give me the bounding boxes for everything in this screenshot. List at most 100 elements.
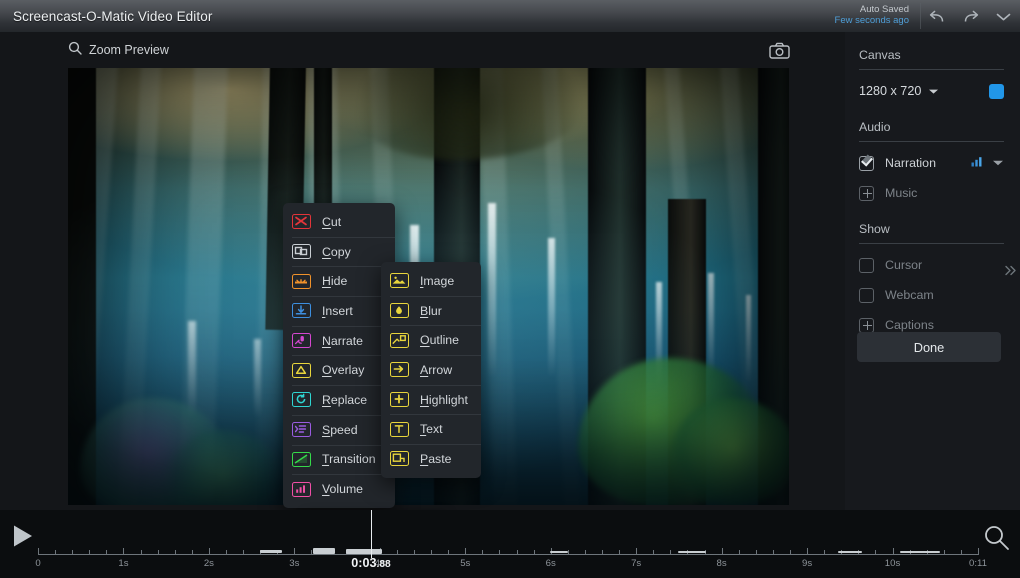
arrow-icon [390,362,409,377]
ruler-tick-minor [875,550,876,555]
submenu-item-arrow[interactable]: Arrow [381,355,481,385]
narration-label: Narration [885,156,936,170]
done-button[interactable]: Done [857,332,1001,362]
menu-item-label: Cut [322,215,341,229]
hide-icon [292,274,311,289]
search-icon [68,41,82,60]
submenu-item-blur[interactable]: Blur [381,296,481,326]
submenu-item-label: Image [420,274,454,288]
timeline-clip[interactable] [260,550,282,553]
playhead-frac: .88 [377,559,391,570]
ruler-tick-major [38,548,39,555]
cursor-checkbox[interactable] [859,258,874,273]
ruler-tick-minor [226,550,227,555]
ruler-tick-minor [653,550,654,555]
ruler-tick-major [978,548,979,555]
title-bar: Screencast-O-Matic Video Editor Auto Sav… [0,0,1020,32]
submenu-item-outline[interactable]: Outline [381,325,481,355]
timeline-clip[interactable] [313,548,335,554]
menu-item-transition[interactable]: Transition [283,445,395,475]
menu-item-hide[interactable]: Hide [283,266,395,296]
ruler-tick-label: 7s [631,558,641,569]
preview-header: Zoom Preview [0,32,845,64]
submenu-item-highlight[interactable]: Highlight [381,385,481,415]
timeline-clip[interactable] [346,549,382,554]
submenu-item-label: Arrow [420,363,452,377]
ruler-tick-major [294,548,295,555]
timeline-clip[interactable] [550,551,568,553]
chevron-down-icon [928,84,939,98]
menu-item-label: Insert [322,304,353,318]
narrate-icon [292,333,311,348]
webcam-checkbox[interactable] [859,288,874,303]
ruler-tick-major [722,548,723,555]
ruler-tick-minor [619,550,620,555]
playhead-time-readout: 0:03.88 [351,556,390,570]
timeline-clip[interactable] [678,551,706,553]
show-cursor-row[interactable]: Cursor [859,250,1004,280]
ruler-tick-label: 2s [204,558,214,569]
copy-icon [292,244,311,259]
narration-checkbox[interactable] [859,156,874,171]
audio-section-title: Audio [859,106,1020,134]
canvas-size-row[interactable]: 1280 x 720 [859,76,1004,106]
image-icon [390,273,409,288]
video-editor-window: Screencast-O-Matic Video Editor Auto Sav… [0,0,1020,578]
menu-item-speed[interactable]: Speed [283,415,395,445]
timeline-ruler[interactable]: 01s2s3s4s5s6s7s8s9s10s0:11 [38,548,978,578]
ruler-tick-minor [534,550,535,555]
insert-icon [292,303,311,318]
ruler-tick-label: 5s [460,558,470,569]
submenu-item-text[interactable]: Text [381,414,481,444]
ruler-tick-minor [141,550,142,555]
play-button[interactable] [12,524,34,553]
music-add-checkbox[interactable] [859,186,874,201]
captions-add-checkbox[interactable] [859,318,874,333]
chevron-double-right-icon[interactable] [1004,264,1018,281]
timeline-zoom-button[interactable] [983,524,1010,556]
ruler-tick-minor [790,550,791,555]
ruler-tick-minor [602,550,603,555]
menu-item-label: Transition [322,452,376,466]
canvas-color-swatch[interactable] [989,84,1004,99]
audio-music-row[interactable]: Music [859,178,1004,208]
menu-item-insert[interactable]: Insert [283,296,395,326]
menu-item-narrate[interactable]: Narrate [283,326,395,356]
menu-item-cut[interactable]: Cut [283,207,395,237]
screenshot-button[interactable] [769,42,790,64]
ruler-tick-minor [961,550,962,555]
timeline-clip[interactable] [900,551,940,553]
playhead-time: 0:03 [351,556,376,570]
ruler-tick-major [807,548,808,555]
chevron-down-icon[interactable] [992,154,1004,172]
transition-icon [292,452,311,467]
audio-narration-row[interactable]: Narration [859,148,1004,178]
canvas-size-dropdown[interactable]: 1280 x 720 [859,84,939,98]
canvas-size-value: 1280 x 720 [859,84,921,98]
playhead[interactable] [371,510,372,558]
ruler-tick-minor [72,550,73,555]
context-menu[interactable]: Cut Copy Hide Insert [283,203,395,508]
zoom-preview-button[interactable]: Zoom Preview [68,41,169,60]
ruler-tick-label: 1s [118,558,128,569]
speed-icon [292,422,311,437]
submenu-item-image[interactable]: Image [381,266,481,296]
ruler-tick-minor [482,550,483,555]
show-webcam-row[interactable]: Webcam [859,280,1004,310]
undo-icon [928,9,947,24]
more-options-button[interactable] [987,0,1020,32]
context-submenu[interactable]: Image Blur Outline Arrow [381,262,481,478]
submenu-item-paste[interactable]: Paste [381,444,481,474]
menu-item-volume[interactable]: Volume [283,474,395,504]
audio-level-icon[interactable] [971,154,983,172]
undo-button[interactable] [921,0,954,32]
highlight-icon [390,392,409,407]
menu-item-overlay[interactable]: Overlay [283,355,395,385]
timeline-clip[interactable] [838,551,862,553]
ruler-tick-minor [739,550,740,555]
menu-item-copy[interactable]: Copy [283,237,395,267]
redo-button[interactable] [954,0,987,32]
menu-item-replace[interactable]: Replace [283,385,395,415]
ruler-tick-minor [824,550,825,555]
preview-stage: Zoom Preview [0,32,845,510]
